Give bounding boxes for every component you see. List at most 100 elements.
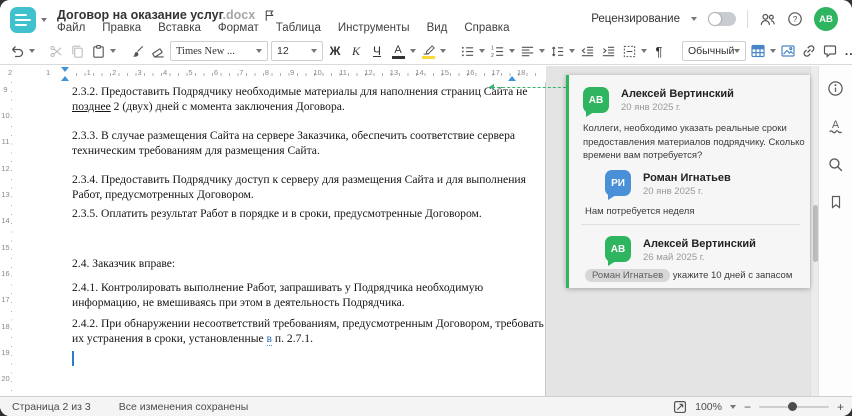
page-indicator[interactable]: Страница 2 из 3 <box>12 401 91 413</box>
comment-thread-card[interactable]: АВ Алексей Вертинский 20 янв 2025 г. Кол… <box>566 75 810 288</box>
mention-badge[interactable]: Роман Игнатьев <box>585 269 671 282</box>
reply-text: Нам потребуется неделя <box>585 206 695 217</box>
reply-date: 20 янв 2025 г. <box>643 186 704 197</box>
document-title-extension: .docx <box>222 8 256 22</box>
cut-button[interactable] <box>47 40 65 62</box>
help-icon[interactable]: ? <box>787 11 803 27</box>
zoom-out-button[interactable]: − <box>744 401 751 413</box>
commented-text[interactable]: позднее <box>72 100 111 113</box>
ruler-number: 20 <box>0 365 11 393</box>
paragraph-style-select[interactable]: Обычный <box>682 41 747 61</box>
review-mode-caret-icon[interactable] <box>691 17 697 21</box>
zoom-in-button[interactable]: + <box>837 401 844 413</box>
menu-item[interactable]: Справка <box>464 22 509 34</box>
menu-item[interactable]: Вставка <box>158 22 201 34</box>
doc-text: 2 (двух) дней с момента заключения Догов… <box>110 100 345 113</box>
fit-width-icon[interactable] <box>673 400 687 414</box>
font-color-letter: А <box>394 44 402 56</box>
scrollbar-thumb[interactable] <box>812 205 818 262</box>
menu-item[interactable]: Формат <box>218 22 259 34</box>
font-color-button[interactable]: А <box>389 39 407 63</box>
ruler-number: 14 <box>415 68 424 77</box>
bold-button[interactable]: Ж <box>326 40 344 62</box>
highlight-color-button[interactable] <box>419 39 437 63</box>
italic-button[interactable]: К <box>347 40 365 62</box>
line-spacing-button[interactable] <box>548 40 566 62</box>
ruler-number: 1 <box>86 68 91 77</box>
line-spacing-caret-icon[interactable] <box>569 49 575 53</box>
ruler-number: 3 <box>137 68 142 77</box>
increase-indent-button[interactable] <box>599 40 617 62</box>
font-color-bar <box>391 56 405 59</box>
flag-icon[interactable] <box>263 9 276 22</box>
search-icon[interactable] <box>827 156 844 173</box>
insert-link-button[interactable] <box>800 40 818 62</box>
horizontal-ruler[interactable]: 2 1 1 2 3 4 5 6 7 8 9 10 11 12 13 14 15 16 17 18 <box>0 66 546 82</box>
align-button[interactable] <box>518 40 536 62</box>
zoom-slider[interactable] <box>758 402 829 411</box>
comment-date: 20 янв 2025 г. <box>621 102 682 113</box>
ruler-number: 8 <box>264 68 269 77</box>
format-painter-button[interactable] <box>128 40 146 62</box>
insert-table-caret-icon[interactable] <box>770 49 777 53</box>
svg-text:?: ? <box>793 14 798 24</box>
bullet-list-button[interactable] <box>458 40 476 62</box>
align-caret-icon[interactable] <box>539 49 545 53</box>
font-size-select[interactable]: 12 <box>271 41 323 61</box>
ruler-number: 17 <box>491 68 500 77</box>
vertical-scrollbar[interactable] <box>810 66 818 396</box>
logo-menu-caret-icon[interactable] <box>41 18 47 22</box>
user-avatar[interactable]: АВ <box>814 7 838 31</box>
info-panel-icon[interactable] <box>827 80 844 97</box>
bookmark-icon[interactable] <box>828 194 844 210</box>
insert-image-button[interactable] <box>779 40 797 62</box>
font-size-value: 12 <box>277 45 289 57</box>
show-paragraph-marks-button[interactable]: ¶ <box>650 40 668 62</box>
numbered-list-button[interactable]: 12 <box>488 40 506 62</box>
numbered-list-caret-icon[interactable] <box>509 49 515 53</box>
review-toggle[interactable] <box>708 12 736 26</box>
header-divider <box>747 10 748 28</box>
document-page[interactable]: 2.3.2. Предоставить Подрядчику необходим… <box>14 82 546 396</box>
menu-item[interactable]: Правка <box>102 22 141 34</box>
left-indent-marker[interactable] <box>61 76 69 81</box>
paragraph-borders-button[interactable] <box>620 40 638 62</box>
paragraph-borders-caret-icon[interactable] <box>641 49 647 53</box>
insert-table-button[interactable] <box>749 40 767 62</box>
reply-text: Роман Игнатьев укажите 10 дней с запасом <box>585 269 807 283</box>
underline-button[interactable]: Ч <box>368 40 386 62</box>
undo-button[interactable] <box>8 40 26 62</box>
comment-anchor-connector <box>489 84 566 90</box>
ruler-number: 17 <box>0 286 11 314</box>
collaboration-users-icon[interactable] <box>759 11 776 28</box>
menu-item[interactable]: Файл <box>57 22 85 34</box>
ruler-number: 11 <box>0 128 11 156</box>
zoom-slider-knob[interactable] <box>788 402 798 411</box>
svg-text:2: 2 <box>490 52 493 58</box>
copy-button[interactable] <box>68 40 86 62</box>
ruler-number: 6 <box>213 68 218 77</box>
clear-style-eraser-button[interactable] <box>149 40 167 62</box>
zoom-value[interactable]: 100% <box>695 401 722 413</box>
undo-caret-icon[interactable] <box>29 49 35 53</box>
menu-item[interactable]: Таблица <box>276 22 321 34</box>
insert-comment-button[interactable] <box>821 40 839 62</box>
paste-caret-icon[interactable] <box>110 49 116 53</box>
zoom-caret-icon[interactable] <box>729 404 736 409</box>
decrease-indent-button[interactable] <box>578 40 596 62</box>
paste-button[interactable] <box>89 40 107 62</box>
font-name-select[interactable]: Times New ... <box>170 41 268 61</box>
first-line-indent-marker[interactable] <box>61 67 69 72</box>
menu-item[interactable]: Инструменты <box>338 22 410 34</box>
spellcheck-icon[interactable]: А <box>827 118 844 135</box>
bullet-list-caret-icon[interactable] <box>479 49 485 53</box>
app-logo-icon[interactable] <box>10 7 36 33</box>
right-indent-marker[interactable] <box>508 76 516 81</box>
review-mode-label[interactable]: Рецензирование <box>591 13 680 25</box>
vertical-ruler[interactable]: 9 10 11 12 13 14 15 16 17 18 19 20 <box>0 76 14 396</box>
more-tools-button[interactable]: ... <box>842 40 852 62</box>
menu-item[interactable]: Вид <box>427 22 448 34</box>
font-color-caret-icon[interactable] <box>410 49 416 53</box>
highlight-color-caret-icon[interactable] <box>440 49 446 53</box>
ruler-number: 14 <box>0 207 11 235</box>
